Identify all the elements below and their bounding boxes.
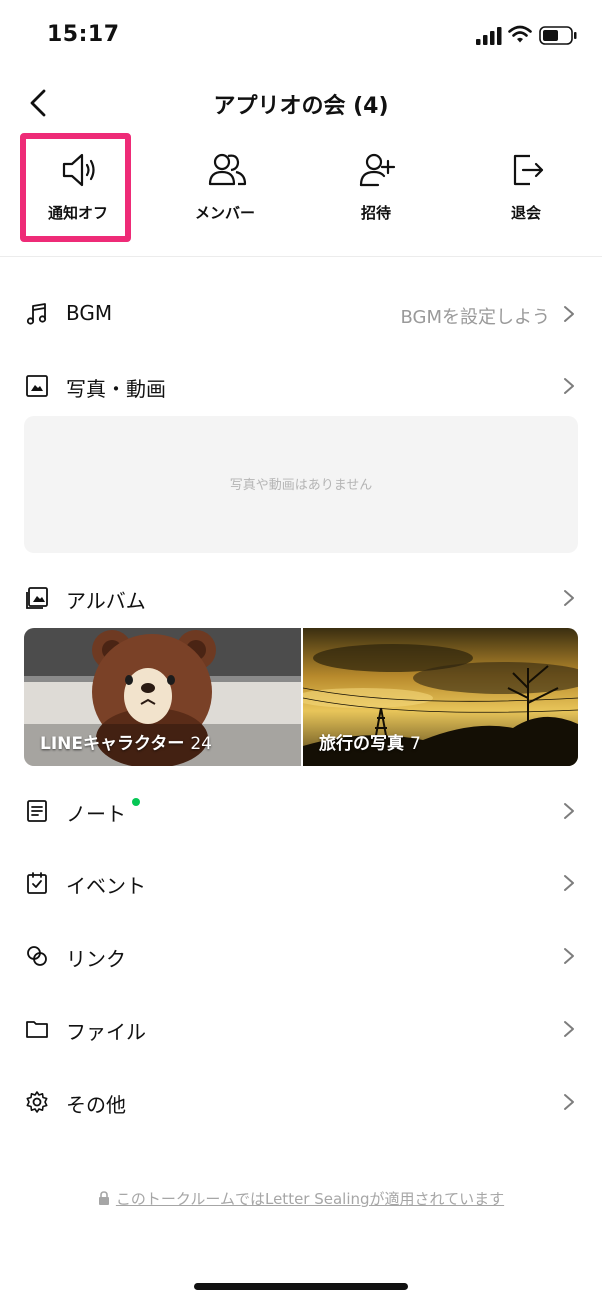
album-tile-line-characters[interactable]: LINEキャラクター 24 [24, 628, 301, 766]
event-label: イベント [66, 874, 146, 898]
menu-item-event[interactable]: イベント [0, 859, 602, 907]
other-label: その他 [66, 1093, 126, 1117]
album-count: 7 [410, 734, 421, 754]
menu-item-bgm[interactable]: BGM BGMを設定しよう [0, 290, 602, 338]
album-caption: LINEキャラクター 24 [40, 729, 212, 754]
album-label: アルバム [66, 589, 146, 613]
link-icon [27, 946, 47, 966]
menu-item-album[interactable]: アルバム [0, 574, 602, 622]
page-title: アプリオの会 (4) [213, 94, 389, 119]
home-indicator[interactable] [194, 1283, 408, 1290]
letter-sealing-note[interactable]: このトークルームではLetter Sealingが適用されています [0, 1188, 602, 1209]
bgm-value: BGMを設定しよう [400, 307, 550, 328]
media-empty-placeholder: 写真や動画はありません [24, 416, 578, 553]
divider [0, 256, 602, 257]
status-bar: 15:17 [0, 0, 602, 70]
header: アプリオの会 (4) [0, 80, 602, 126]
gear-icon [26, 1091, 48, 1113]
menu-item-link[interactable]: リンク [0, 932, 602, 980]
chevron-right-icon [564, 378, 574, 394]
new-indicator-dot [132, 798, 140, 806]
photo-icon [26, 375, 48, 397]
music-note-icon [26, 303, 47, 325]
chevron-right-icon [564, 803, 574, 819]
calendar-icon [27, 872, 47, 894]
leave-button[interactable]: 退会 [471, 130, 581, 242]
wifi-icon [508, 25, 532, 43]
menu-item-file[interactable]: ファイル [0, 1005, 602, 1053]
note-label: ノート [66, 802, 126, 826]
chevron-right-icon [564, 875, 574, 891]
members-icon [208, 153, 247, 186]
chevron-right-icon [564, 948, 574, 964]
menu-item-photos[interactable]: 写真・動画 [0, 362, 602, 410]
media-empty-text: 写真や動画はありません [229, 478, 373, 493]
lock-icon [98, 1191, 109, 1205]
members-label: メンバー [194, 204, 255, 222]
file-label: ファイル [66, 1020, 146, 1044]
album-name: 旅行の写真 [319, 734, 404, 754]
action-bar: 通知オフ メンバー 招待 退会 [0, 130, 602, 242]
status-time: 15:17 [47, 22, 120, 47]
album-caption: 旅行の写真 7 [319, 729, 421, 754]
notifications-off-button[interactable]: 通知オフ [23, 130, 133, 242]
menu-item-note[interactable]: ノート [0, 787, 602, 835]
speaker-icon [62, 153, 95, 187]
note-icon [27, 800, 47, 822]
members-button[interactable]: メンバー [170, 130, 280, 242]
photos-label: 写真・動画 [66, 377, 166, 401]
leave-label: 退会 [510, 204, 541, 222]
bgm-label: BGM [66, 301, 113, 325]
chevron-right-icon [564, 590, 574, 606]
battery-icon [539, 26, 577, 45]
album-name: LINEキャラクター [40, 734, 185, 754]
album-tile-travel-photos[interactable]: 旅行の写真 7 [303, 628, 578, 766]
letter-sealing-link-part3: が適用されています [369, 1190, 505, 1208]
album-icon [26, 587, 48, 609]
add-person-icon [359, 153, 396, 187]
letter-sealing-link-part1: このトークルームでは [115, 1190, 265, 1208]
notifications-off-label: 通知オフ [47, 204, 108, 222]
letter-sealing-link-part2: Letter Sealing [264, 1190, 370, 1208]
chevron-right-icon [564, 1094, 574, 1110]
invite-button[interactable]: 招待 [321, 130, 431, 242]
invite-label: 招待 [360, 204, 391, 222]
chevron-right-icon [564, 1021, 574, 1037]
folder-icon [26, 1021, 48, 1038]
link-label: リンク [66, 947, 126, 971]
leave-icon [513, 154, 544, 186]
album-count: 24 [190, 734, 212, 754]
menu-item-other[interactable]: その他 [0, 1078, 602, 1126]
cellular-signal-icon [476, 27, 502, 45]
chevron-right-icon [564, 306, 574, 322]
